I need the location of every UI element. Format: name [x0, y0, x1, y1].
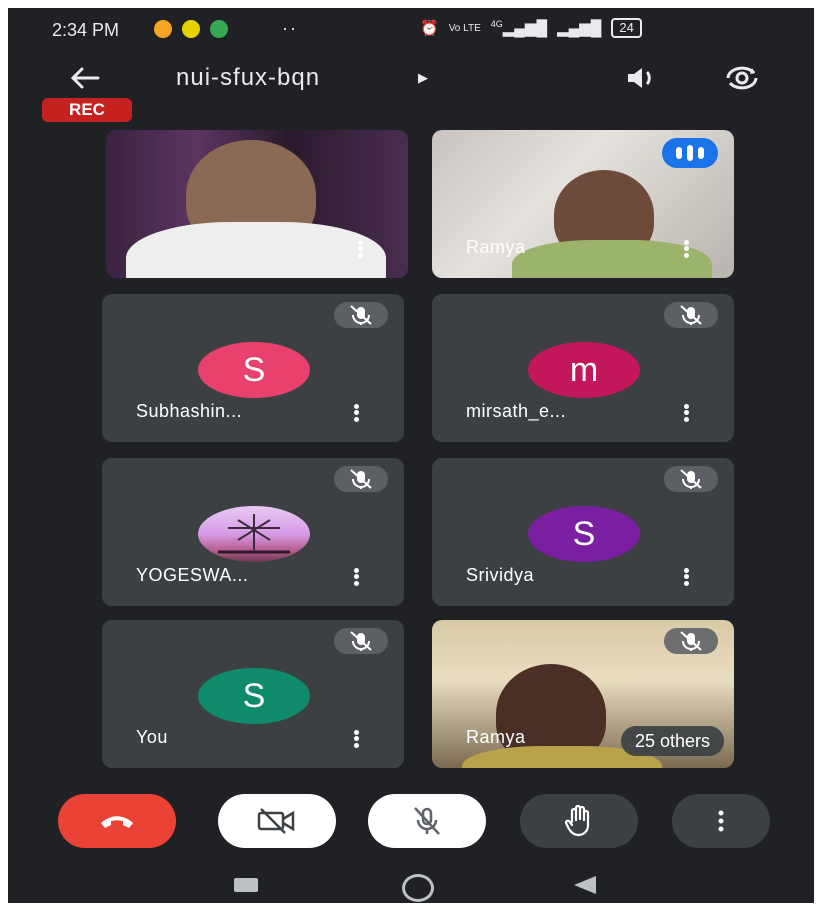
participant-tile-subhashini[interactable]: S Subhashin... — [102, 294, 404, 442]
participant-tile-yogeswa[interactable]: YOGESWA... — [102, 458, 404, 606]
phone-hangup-icon — [101, 816, 133, 828]
battery-icon: 24 — [611, 18, 642, 38]
mic-off-icon — [334, 302, 388, 328]
participant-tile-ramya[interactable]: Ramya — [432, 130, 734, 278]
switch-camera-icon[interactable] — [720, 58, 764, 98]
mic-off-button[interactable] — [368, 794, 486, 848]
network-type: 4G — [490, 19, 503, 29]
participant-tile-mirsath[interactable]: m mirsath_e... — [432, 294, 734, 442]
recent-apps-button[interactable] — [234, 878, 258, 892]
more-vert-icon[interactable] — [352, 566, 360, 588]
caret-right-icon[interactable]: ▶ — [418, 70, 428, 86]
notification-icon — [154, 20, 172, 38]
speaker-icon[interactable] — [620, 60, 660, 96]
more-vert-icon[interactable] — [682, 238, 690, 260]
participant-name: Subhashin... — [136, 401, 243, 421]
mic-off-icon — [664, 466, 718, 492]
system-status-icons: ⏰ Vo LTE 4G▂▄▆█ ▂▄▆█ 24 — [420, 18, 642, 38]
signal-icon: 4G▂▄▆█ — [490, 19, 548, 37]
participant-tile-srividya[interactable]: S Srividya — [432, 458, 734, 606]
participant-name: mirsath_e... — [466, 401, 567, 421]
avatar: S — [198, 668, 310, 724]
more-vert-icon[interactable] — [682, 402, 690, 424]
more-vert-icon — [718, 810, 724, 832]
avatar: S — [198, 342, 310, 398]
more-options-button[interactable] — [672, 794, 770, 848]
avatar: m — [528, 342, 640, 398]
alarm-off-icon: ⏰ — [420, 20, 439, 37]
signal-icon: ▂▄▆█ — [557, 20, 602, 37]
more-vert-icon[interactable] — [356, 238, 364, 260]
video-off-icon — [257, 808, 295, 834]
mic-off-icon — [664, 302, 718, 328]
meet-screen: 2:34 PM ·· ⏰ Vo LTE 4G▂▄▆█ ▂▄▆█ 24 nui-s… — [8, 8, 814, 903]
notification-icon — [210, 20, 228, 38]
more-notifications-icon: ·· — [282, 18, 298, 38]
end-call-button[interactable] — [58, 794, 176, 848]
avatar: S — [528, 506, 640, 562]
speaking-indicator-icon — [662, 138, 718, 168]
back-button[interactable] — [574, 876, 596, 894]
mic-off-icon — [414, 807, 440, 835]
mic-off-icon — [664, 628, 718, 654]
status-bar: 2:34 PM ·· ⏰ Vo LTE 4G▂▄▆█ ▂▄▆█ 24 — [8, 8, 814, 52]
camera-off-button[interactable] — [218, 794, 336, 848]
status-time: 2:34 PM — [52, 20, 120, 40]
home-button[interactable] — [402, 874, 434, 902]
notification-icons — [154, 20, 228, 38]
more-vert-icon[interactable] — [682, 566, 690, 588]
participant-name: Sundar — [138, 237, 200, 257]
hand-icon — [564, 804, 590, 837]
participant-tile-others[interactable]: Ramya 25 others — [432, 620, 734, 768]
mic-off-icon — [334, 628, 388, 654]
participant-name: You — [136, 727, 168, 747]
mic-off-icon — [334, 466, 388, 492]
notification-icon — [182, 20, 200, 38]
back-arrow-icon[interactable] — [64, 60, 104, 96]
others-count-badge[interactable]: 25 others — [620, 726, 724, 756]
participant-tile-you[interactable]: S You — [102, 620, 404, 768]
participant-name: Ramya — [466, 727, 526, 747]
meeting-code[interactable]: nui-sfux-bqn — [176, 64, 320, 92]
raise-hand-button[interactable] — [520, 794, 638, 848]
more-vert-icon[interactable] — [352, 728, 360, 750]
avatar-image — [198, 506, 310, 562]
volte-icon: Vo LTE — [448, 22, 481, 34]
participant-name: Srividya — [466, 565, 535, 585]
recording-badge: REC — [42, 98, 132, 122]
participant-name: YOGESWA... — [136, 565, 249, 585]
participant-name: Ramya — [466, 237, 526, 257]
participant-tile-sundar[interactable]: Sundar — [106, 130, 408, 278]
more-vert-icon[interactable] — [352, 402, 360, 424]
